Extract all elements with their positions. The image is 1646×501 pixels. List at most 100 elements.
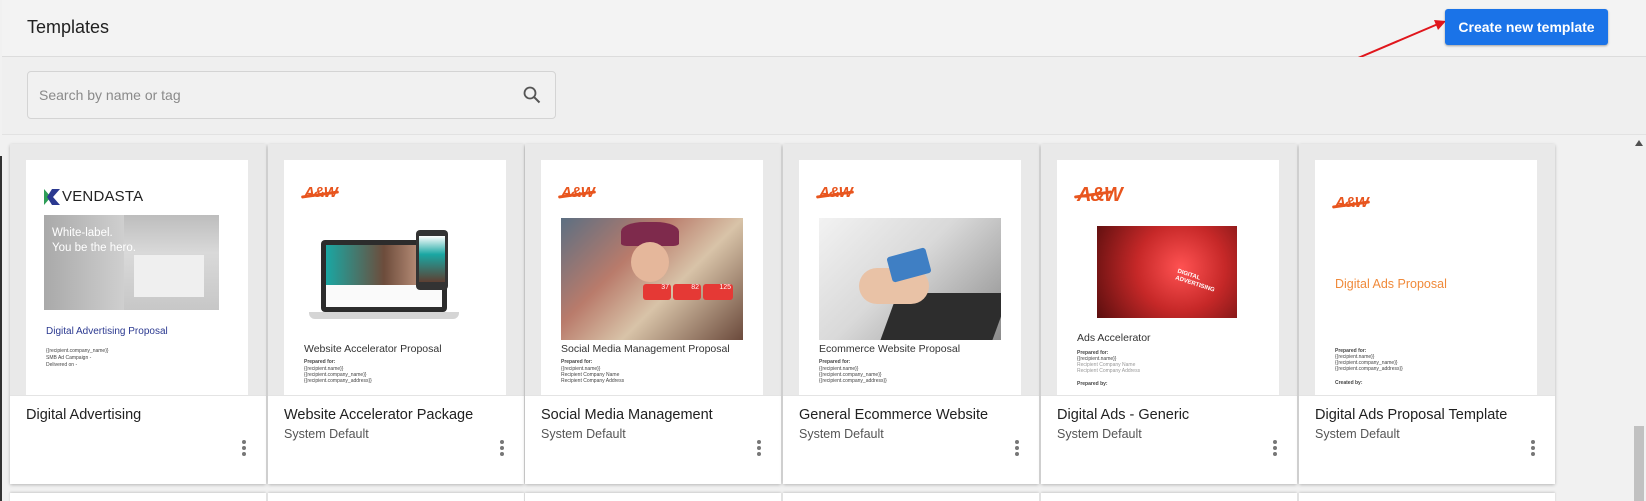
doc-line: Recipient Company Address bbox=[561, 378, 625, 384]
template-subtitle: System Default bbox=[1315, 427, 1400, 441]
doc-title: Website Accelerator Proposal bbox=[304, 343, 442, 355]
social-photo: 37 82 125 bbox=[561, 218, 743, 340]
image-label: DIGITAL ADVERTISING bbox=[1174, 268, 1216, 294]
template-subtitle: System Default bbox=[1057, 427, 1142, 441]
template-card-digital-ads-generic[interactable]: A&W DIGITAL ADVERTISING Ads Accelerator … bbox=[1041, 144, 1297, 484]
template-page-thumbnail: A&W Ecommerce Website Proposal Prepared … bbox=[799, 160, 1021, 395]
template-name: General Ecommerce Website bbox=[799, 407, 989, 423]
doc-line: Recipient Company Address bbox=[1077, 368, 1141, 374]
search-icon[interactable] bbox=[522, 85, 542, 105]
template-name: Digital Ads Proposal Template bbox=[1315, 407, 1508, 423]
template-card-info: Digital Advertising bbox=[10, 395, 266, 484]
hero-text-2: You be the hero. bbox=[52, 242, 136, 254]
prepared-for-label: Prepared for: bbox=[819, 359, 851, 365]
more-vert-icon[interactable] bbox=[497, 438, 507, 458]
template-card-info: General Ecommerce Website System Default bbox=[783, 395, 1039, 484]
search-bar-container bbox=[2, 57, 1646, 135]
template-name: Social Media Management bbox=[541, 407, 713, 423]
template-preview[interactable]: A&W Digital Ads Proposal Prepared for: {… bbox=[1299, 144, 1555, 395]
template-name: Website Accelerator Package bbox=[284, 407, 474, 423]
template-subtitle: System Default bbox=[284, 427, 369, 441]
template-card-info: Digital Ads - Generic System Default bbox=[1041, 395, 1297, 484]
template-card-digital-ads-proposal[interactable]: A&W Digital Ads Proposal Prepared for: {… bbox=[1299, 144, 1555, 484]
vendasta-wordmark: VENDASTA bbox=[62, 188, 144, 205]
template-card-info: Website Accelerator Package System Defau… bbox=[268, 395, 524, 484]
template-card-next-row[interactable] bbox=[783, 493, 1039, 501]
aw-logo: A&W bbox=[819, 184, 853, 201]
template-card-website-accelerator[interactable]: A&W Website Accelerator Proposal Prepare… bbox=[268, 144, 524, 484]
search-input[interactable] bbox=[39, 72, 499, 118]
template-subtitle: System Default bbox=[541, 427, 626, 441]
office-photo: White-label. You be the hero. bbox=[44, 215, 219, 310]
doc-title: Ecommerce Website Proposal bbox=[819, 343, 961, 355]
badge-comment: 82 bbox=[673, 284, 701, 300]
aw-logo: A&W bbox=[561, 184, 595, 201]
doc-title: Digital Ads Proposal bbox=[1335, 277, 1447, 291]
phone-screen bbox=[419, 236, 445, 282]
template-card-info: Digital Ads Proposal Template System Def… bbox=[1299, 395, 1555, 484]
created-by-label: Created by: bbox=[1335, 380, 1363, 386]
template-page-thumbnail: VENDASTA White-label. You be the hero. D… bbox=[26, 160, 248, 395]
doc-line: {{recipient.company_address}} bbox=[1335, 366, 1403, 372]
template-preview[interactable]: A&W DIGITAL ADVERTISING Ads Accelerator … bbox=[1041, 144, 1297, 395]
page-header: Templates Create new template bbox=[2, 0, 1646, 65]
doc-line: {{recipient.company_address}} bbox=[304, 378, 372, 384]
aw-logo: A&W bbox=[1077, 184, 1123, 206]
template-card-next-row[interactable] bbox=[525, 493, 781, 501]
prepared-by-label: Prepared by: bbox=[1077, 381, 1108, 387]
digital-ads-image: DIGITAL ADVERTISING bbox=[1097, 226, 1237, 318]
template-page-thumbnail: A&W Website Accelerator Proposal Prepare… bbox=[284, 160, 506, 395]
template-preview[interactable]: A&W Ecommerce Website Proposal Prepared … bbox=[783, 144, 1039, 395]
template-card-next-row[interactable] bbox=[268, 493, 524, 501]
face-shape bbox=[631, 242, 669, 282]
prepared-for-label: Prepared for: bbox=[304, 359, 336, 365]
vertical-scrollbar[interactable] bbox=[1632, 136, 1646, 501]
doc-line: {{recipient.company_address}} bbox=[819, 378, 887, 384]
template-card-next-row[interactable] bbox=[10, 493, 266, 501]
template-name: Digital Advertising bbox=[26, 407, 142, 423]
more-vert-icon[interactable] bbox=[1012, 438, 1022, 458]
more-vert-icon[interactable] bbox=[1270, 438, 1280, 458]
badge-like: 37 bbox=[643, 284, 671, 300]
prepared-for-label: Prepared for: bbox=[561, 359, 593, 365]
laptop-base bbox=[309, 312, 459, 319]
more-vert-icon[interactable] bbox=[1528, 438, 1538, 458]
ecommerce-photo bbox=[819, 218, 1001, 340]
template-name: Digital Ads - Generic bbox=[1057, 407, 1190, 423]
template-page-thumbnail: A&W DIGITAL ADVERTISING Ads Accelerator … bbox=[1057, 160, 1279, 395]
doc-line: SMB Ad Campaign - bbox=[46, 355, 92, 361]
aw-logo: A&W bbox=[1335, 194, 1369, 211]
template-card-info: Social Media Management System Default bbox=[525, 395, 781, 484]
more-vert-icon[interactable] bbox=[239, 438, 249, 458]
template-card-next-row[interactable] bbox=[1299, 493, 1555, 501]
vendasta-logo: VENDASTA bbox=[44, 188, 143, 205]
template-preview[interactable]: A&W Website Accelerator Proposal Prepare… bbox=[268, 144, 524, 395]
search-field[interactable] bbox=[27, 71, 556, 119]
template-preview[interactable]: VENDASTA White-label. You be the hero. D… bbox=[10, 144, 266, 395]
phone-image bbox=[416, 230, 448, 290]
template-card-social-media[interactable]: A&W 37 82 125 Social Media Management Pr… bbox=[525, 144, 781, 484]
aw-logo: A&W bbox=[304, 184, 338, 201]
scrollbar-thumb[interactable] bbox=[1634, 426, 1644, 501]
vendasta-mark-icon bbox=[44, 188, 60, 205]
template-card-next-row[interactable] bbox=[1041, 493, 1297, 501]
doc-title: Ads Accelerator bbox=[1077, 332, 1151, 344]
template-page-thumbnail: A&W 37 82 125 Social Media Management Pr… bbox=[541, 160, 763, 395]
doc-line: {{recipient.company_name}} bbox=[46, 348, 109, 354]
template-grid: VENDASTA White-label. You be the hero. D… bbox=[0, 136, 1632, 501]
badge-notify: 125 bbox=[703, 284, 733, 300]
template-card-digital-advertising[interactable]: VENDASTA White-label. You be the hero. D… bbox=[10, 144, 266, 484]
doc-title: Social Media Management Proposal bbox=[561, 343, 730, 355]
templates-page: Templates Create new template Search by … bbox=[0, 0, 1646, 501]
create-new-template-button[interactable]: Create new template bbox=[1445, 9, 1608, 45]
template-card-ecommerce[interactable]: A&W Ecommerce Website Proposal Prepared … bbox=[783, 144, 1039, 484]
desk-shape bbox=[134, 255, 204, 297]
doc-line: Delivered on - bbox=[46, 362, 78, 368]
left-divider bbox=[0, 156, 2, 501]
doc-title: Digital Advertising Proposal bbox=[46, 326, 168, 337]
hero-text-1: White-label. bbox=[52, 227, 113, 239]
scroll-up-arrow-icon[interactable] bbox=[1635, 140, 1643, 146]
more-vert-icon[interactable] bbox=[754, 438, 764, 458]
template-subtitle: System Default bbox=[799, 427, 884, 441]
template-preview[interactable]: A&W 37 82 125 Social Media Management Pr… bbox=[525, 144, 781, 395]
